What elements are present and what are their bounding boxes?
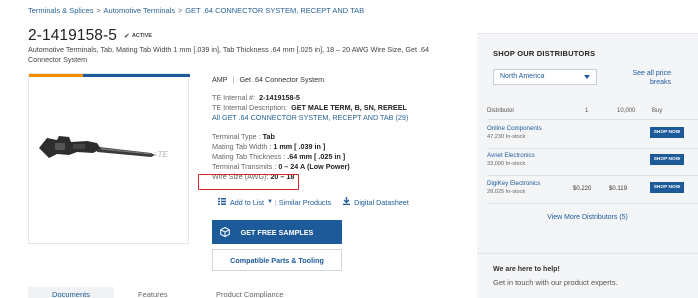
product-details: AMP | Get .64 Connector System TE Intern… [212,75,462,182]
internal-number-value: 2-1419158-5 [259,93,300,102]
spec-value: 0 – 24 A (Low Power) [278,162,350,171]
breadcrumb-link-automotive-terminals[interactable]: Automotive Terminals [104,6,176,15]
internal-description-row: TE Internal Description: GET MALE TERM, … [212,103,462,113]
compatible-parts-button[interactable]: Compatible Parts & Tooling [212,249,342,271]
action-links: Add to List ▼ | Similar Products Digital… [218,197,409,207]
divider [487,119,698,120]
spec-label: Terminal Type : [212,132,261,141]
spec-row-terminal-type: Terminal Type : Tab [212,132,462,142]
distributors-title: SHOP OUR DISTRIBUTORS [493,49,596,58]
family-link[interactable]: All GET .64 CONNECTOR SYSTEM, RECEPT AND… [212,113,462,123]
status-badge: ✔ ACTIVE [124,32,152,40]
series-name: Get .64 Connector System [239,75,325,84]
internal-number-label: TE Internal #: [212,93,256,102]
divider [487,175,698,176]
header-qty-1: 1 [585,108,589,114]
tab-product-compliance[interactable]: Product Compliance [216,287,284,298]
distributors-panel: SHOP OUR DISTRIBUTORS North America See … [477,33,698,258]
breadcrumb-link-terminals-splices[interactable]: Terminals & Splices [28,6,93,15]
download-icon [343,197,351,207]
list-icon [218,197,226,207]
wire-size-highlight-box [198,174,299,190]
help-panel: We are here to help! Get in touch with o… [477,253,698,298]
header-distributor: Distributor [487,108,515,114]
region-select-value: North America [500,73,545,80]
chevron-down-icon[interactable]: ▼ [267,199,273,205]
spec-row-terminal-transmits: Terminal Transmits : 0 – 24 A (Low Power… [212,162,462,172]
brand-line: AMP | Get .64 Connector System [212,75,462,84]
divider [487,203,698,204]
breadcrumb-separator-icon: > [96,8,101,15]
product-image-card: ≡TE [28,73,190,244]
te-logo-watermark: ≡TE [153,150,168,159]
breadcrumb: Terminals & Splices > Automotive Terminals… [28,6,364,15]
distributor-name[interactable]: DigiKey Electronics [487,180,540,187]
price-qty-10000: $0.119 [609,186,627,192]
get-free-samples-label: GET FREE SAMPLES [240,227,314,237]
shop-now-button[interactable]: SHOP NOW [650,182,684,193]
table-row: DigiKey Electronics 28,025 In-stock $0.2… [487,180,698,202]
internal-description-label: TE Internal Description: [212,103,288,112]
spec-label: Terminal Transmits : [212,162,277,171]
status-badge-label: ACTIVE [131,33,153,39]
accent-bar-orange [29,74,83,77]
spec-value: 1 mm [ .039 in ] [273,142,326,151]
breadcrumb-link-connector-system[interactable]: GET .64 CONNECTOR SYSTEM, RECEPT AND TAB [185,6,364,15]
distributor-stock: 47,230 In-stock [487,134,526,140]
divider: | [274,197,277,207]
help-title: We are here to help! [493,266,560,273]
digital-datasheet-link[interactable]: Digital Datasheet [354,198,409,207]
chevron-down-icon [584,75,590,79]
check-icon: ✔ [124,33,130,40]
add-to-list-link[interactable]: Add to List [230,198,264,207]
spec-label: Mating Tab Thickness : [212,152,286,161]
spec-value: Tab [262,132,275,141]
spec-row-mating-tab-width: Mating Tab Width : 1 mm [ .039 in ] [212,142,462,152]
brand-name: AMP [212,75,228,84]
price-qty-1: $0.220 [573,186,592,192]
divider [487,148,698,149]
distributor-name[interactable]: Avnet Electronics [487,152,535,159]
tab-bar: Documents Features Product Compliance [28,287,458,298]
get-free-samples-button[interactable]: GET FREE SAMPLES [212,220,342,244]
product-image[interactable] [35,122,185,172]
shop-now-button[interactable]: SHOP NOW [650,154,684,165]
header-buy: Buy [652,108,663,114]
header-qty-10000: 10,000 [617,108,636,114]
divider: | [232,75,235,84]
similar-products-link[interactable]: Similar Products [279,198,331,207]
see-all-price-breaks-link[interactable]: See all price breaks [611,69,671,87]
view-more-distributors-link[interactable]: View More Distributors (5) [477,214,698,221]
spec-label: Mating Tab Width : [212,142,272,151]
spec-row-mating-tab-thickness: Mating Tab Thickness : .64 mm [ .025 in … [212,152,462,162]
tab-features[interactable]: Features [138,287,168,298]
region-select[interactable]: North America [493,69,597,85]
accent-bar-blue [83,74,190,77]
distributor-stock: 33,000 In-stock [487,161,526,167]
product-description: Automotive Terminals, Tab, Mating Tab Wi… [28,45,429,64]
distributor-stock: 28,025 In-stock [487,189,526,195]
internal-number-row: TE Internal #: 2-1419158-5 [212,93,462,103]
shop-now-button[interactable]: SHOP NOW [650,127,684,138]
table-row: Online Components 47,230 In-stock SHOP N… [487,125,698,147]
tab-documents[interactable]: Documents [28,287,114,298]
table-row: Avnet Electronics 33,000 In-stock SHOP N… [487,152,698,174]
spec-value: .64 mm [ .025 in ] [287,152,346,161]
cube-icon [220,227,230,237]
page-title: 2-1419158-5 [28,27,118,44]
distributor-name[interactable]: Online Components [487,125,542,132]
internal-description-value: GET MALE TERM, B, SN, REREEL [291,103,407,112]
help-subtitle: Get in touch with our product experts. [493,278,618,287]
breadcrumb-separator-icon: > [178,8,183,15]
